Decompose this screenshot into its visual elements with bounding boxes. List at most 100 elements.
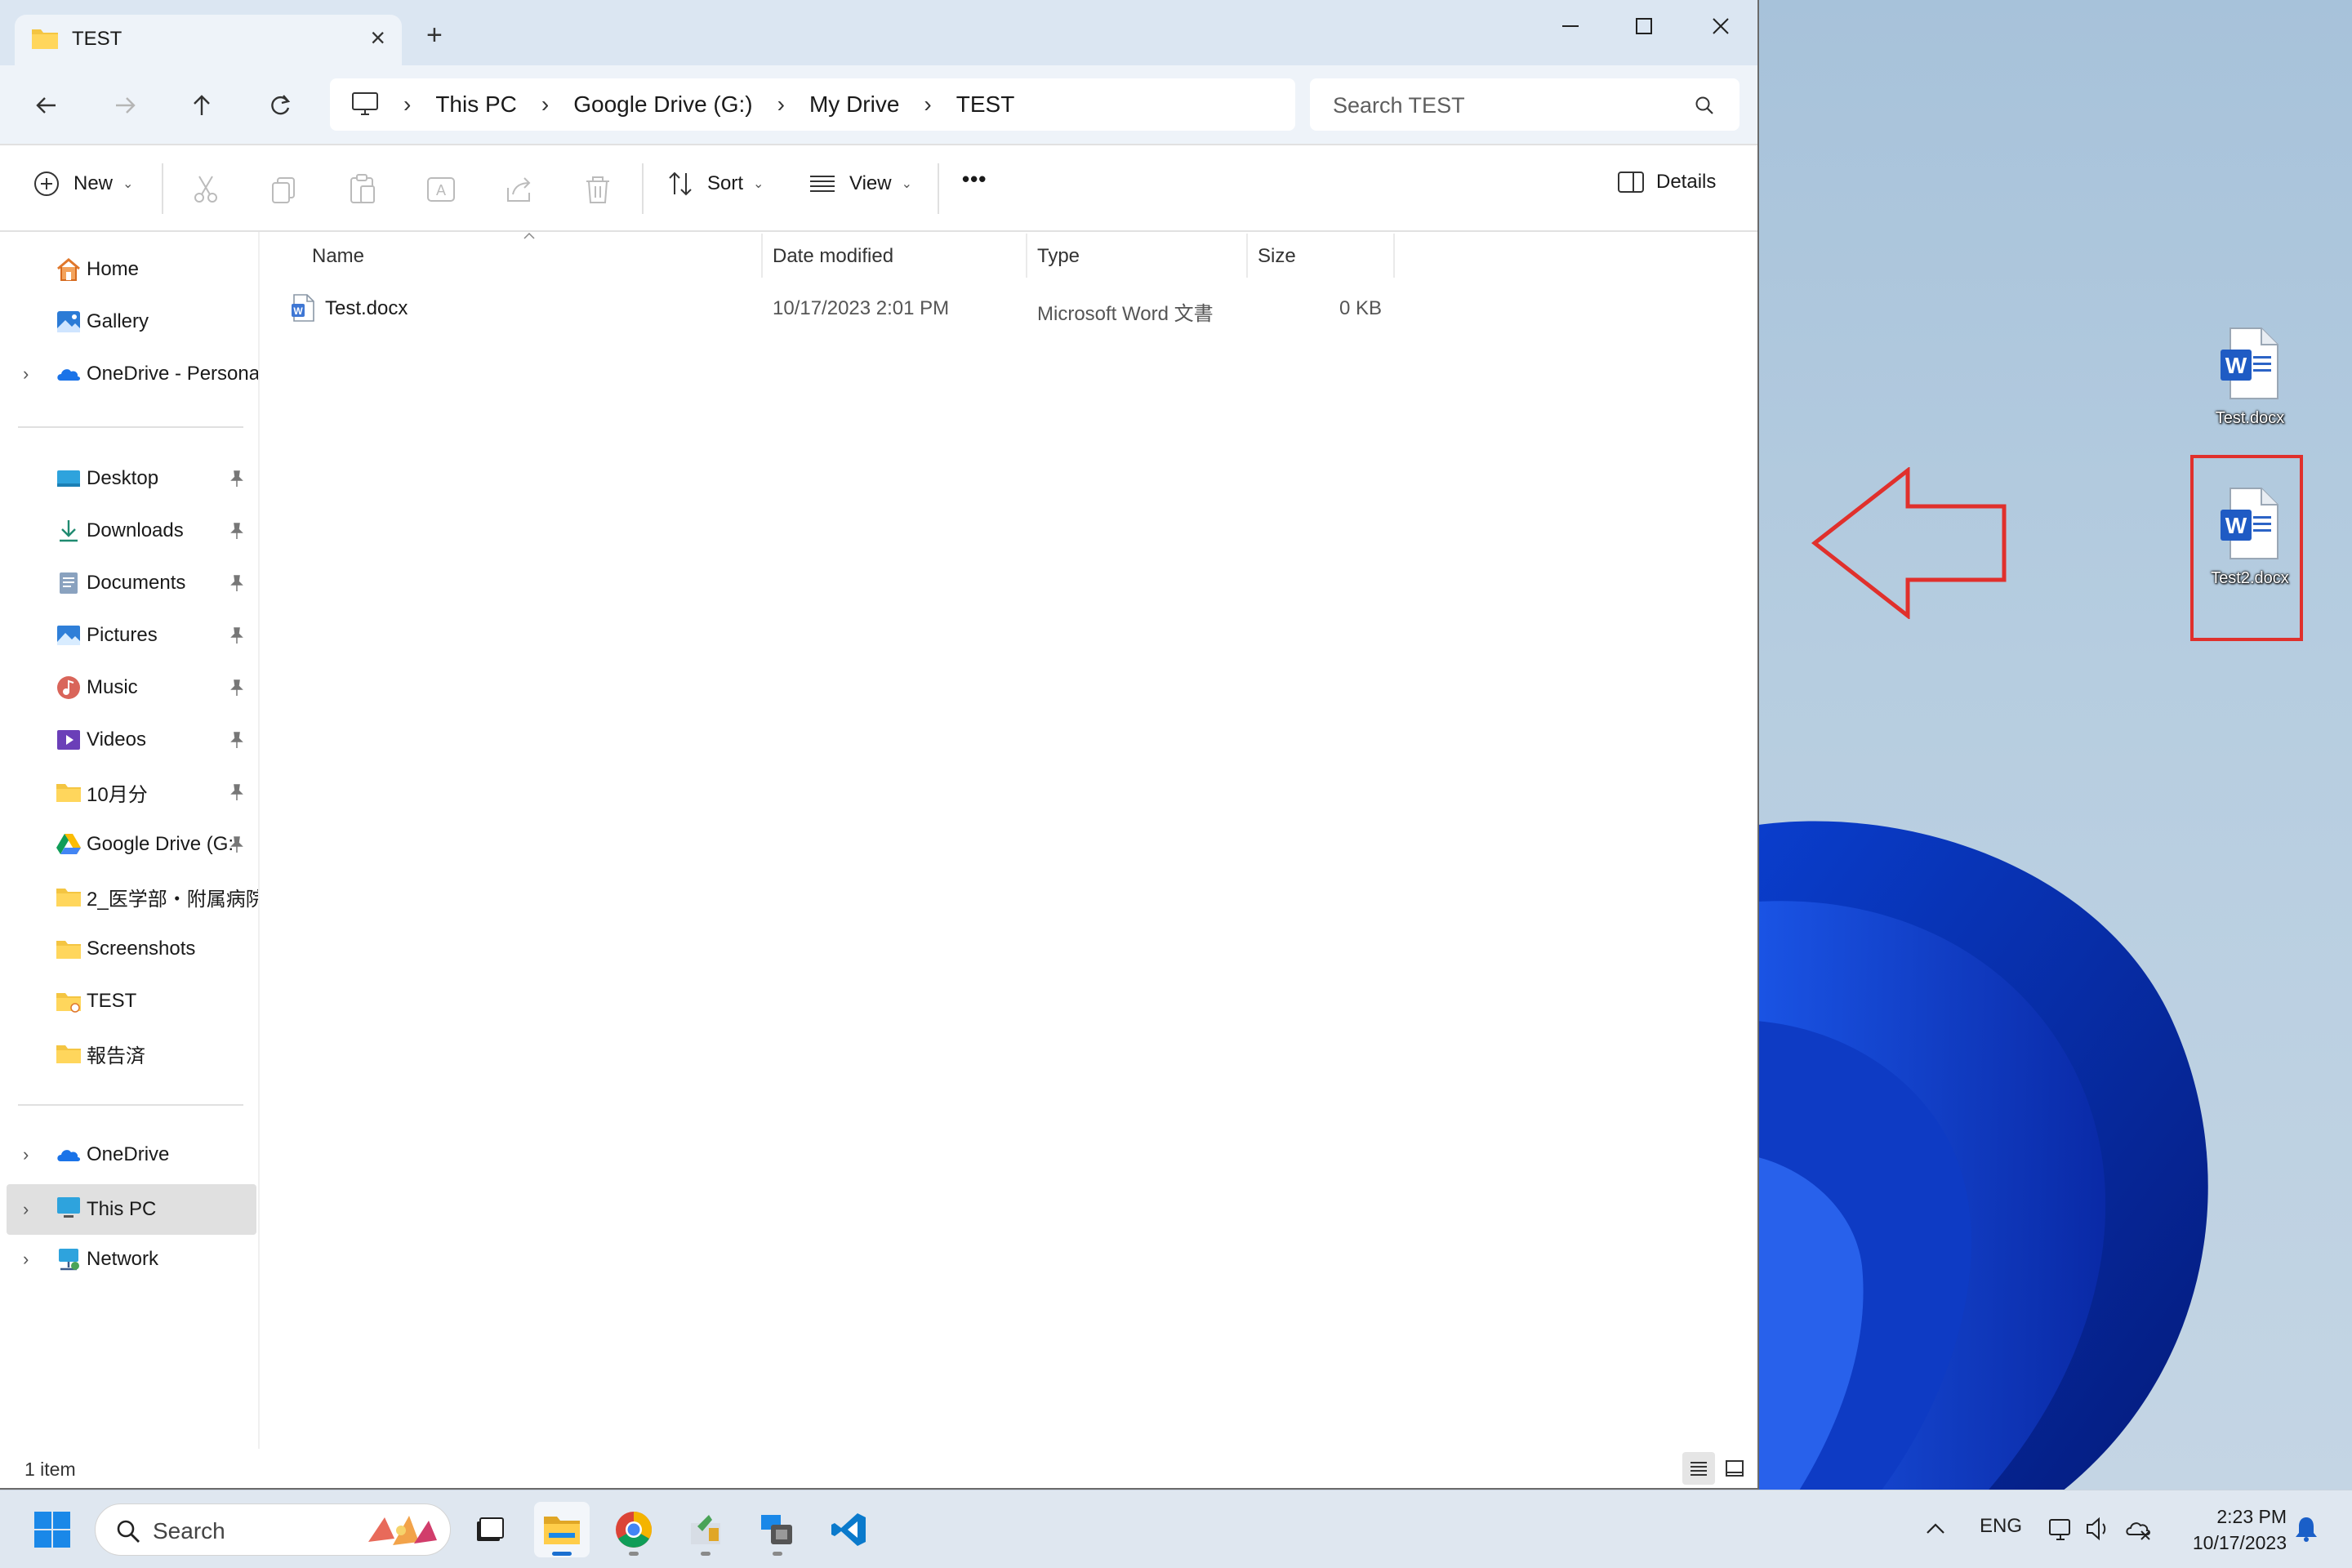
column-type[interactable]: Type [1037,245,1080,268]
app-taskbar-button-2[interactable] [750,1502,805,1557]
sort-button[interactable]: Sort ⌄ [666,170,764,198]
breadcrumb-chevron-icon[interactable]: › [777,91,785,118]
nav-item-documents[interactable]: Documents [7,560,256,606]
nav-item-downloads[interactable]: Downloads [7,508,256,554]
up-button[interactable] [181,85,222,126]
nav-item-onedrive-personal[interactable]: › OneDrive - Persona [7,351,258,397]
minimize-button[interactable] [1534,5,1607,47]
pin-icon[interactable] [227,678,247,697]
taskbar-search-input[interactable]: Search [95,1503,451,1556]
volume-icon[interactable] [2084,1515,2112,1543]
nav-item-test[interactable]: TEST [7,978,256,1024]
desktop-icon-test2[interactable]: W Test2.docx [2189,487,2311,588]
nav-item-google-drive[interactable]: Google Drive (G: [7,822,256,867]
cut-icon[interactable] [188,172,224,207]
pin-icon[interactable] [227,730,247,750]
sync-status-icon[interactable] [2125,1515,2156,1543]
folder-icon [32,29,58,49]
close-window-button[interactable] [1684,5,1757,47]
chevron-right-icon[interactable]: › [23,363,29,385]
app-taskbar-button-1[interactable] [678,1502,733,1557]
clock[interactable]: 2:23 PM 10/17/2023 [2156,1503,2287,1556]
rename-icon[interactable]: A [423,172,459,207]
column-date-modified[interactable]: Date modified [773,245,893,268]
nav-item-folder-medical[interactable]: 2_医学部・附属病院 [7,874,258,920]
chevron-right-icon[interactable]: › [23,1249,29,1270]
forward-button[interactable] [105,85,145,126]
details-view-icon[interactable] [1682,1452,1715,1485]
new-tab-button[interactable]: + [426,20,443,51]
column-divider[interactable] [1246,234,1248,278]
chevron-up-icon[interactable] [1924,1518,1947,1541]
running-indicator [701,1552,710,1556]
column-divider[interactable] [1026,234,1027,278]
refresh-button[interactable] [260,85,301,126]
pin-icon[interactable] [227,626,247,645]
nav-item-desktop[interactable]: Desktop [7,456,256,501]
nav-separator [18,426,243,428]
more-options-button[interactable]: ••• [962,167,987,192]
pin-icon[interactable] [227,782,247,802]
maximize-button[interactable] [1607,5,1681,47]
running-indicator [629,1552,639,1556]
chevron-right-icon[interactable]: › [23,1144,29,1165]
tab-test[interactable]: TEST × [15,15,402,65]
arrow-right-icon [116,97,136,114]
back-button[interactable] [26,85,67,126]
copy-icon[interactable] [266,172,302,207]
crumb-my-drive[interactable]: My Drive [809,91,899,118]
breadcrumb[interactable]: › This PC › Google Drive (G:) › My Drive… [330,78,1295,131]
crumb-this-pc[interactable]: This PC [435,91,517,118]
nav-item-home[interactable]: Home [7,247,256,292]
breadcrumb-chevron-icon[interactable]: › [403,91,411,118]
chevron-right-icon[interactable]: › [23,1199,29,1220]
pin-icon[interactable] [227,469,247,488]
pin-icon[interactable] [227,573,247,593]
vscode-taskbar-button[interactable] [822,1502,877,1557]
nav-item-onedrive[interactable]: › OneDrive [7,1132,256,1178]
language-indicator[interactable]: ENG [1980,1515,2022,1538]
nav-item-reported[interactable]: 報告済 [7,1031,256,1076]
crumb-google-drive[interactable]: Google Drive (G:) [573,91,752,118]
nav-item-pictures[interactable]: Pictures [7,612,256,658]
column-divider[interactable] [761,234,763,278]
table-row[interactable]: W Test.docx 10/17/2023 2:01 PM Microsoft… [261,289,1405,330]
nav-label: OneDrive - Persona [87,363,260,385]
network-status-icon[interactable] [2047,1515,2074,1543]
crumb-test[interactable]: TEST [956,91,1015,118]
file-explorer-taskbar-button[interactable] [534,1502,590,1557]
search-placeholder: Search TEST [1333,93,1465,118]
desktop-icon-label: Test2.docx [2211,569,2289,587]
close-tab-button[interactable]: × [370,23,385,53]
tiles-view-icon[interactable] [1718,1452,1751,1485]
breadcrumb-chevron-icon[interactable]: › [924,91,931,118]
nav-item-this-pc[interactable]: › This PC [7,1184,256,1235]
view-button[interactable]: View ⌄ [808,170,912,198]
nav-item-screenshots[interactable]: Screenshots [7,926,256,972]
nav-item-network[interactable]: › Network [7,1236,256,1282]
paste-icon[interactable] [345,172,381,207]
nav-item-music[interactable]: Music [7,665,256,710]
desktop-icon-test[interactable]: W Test.docx [2189,327,2311,428]
new-button[interactable]: New ⌄ [33,170,133,198]
nav-item-videos[interactable]: Videos [7,717,256,763]
pin-icon[interactable] [227,521,247,541]
toolbar-divider [642,163,644,214]
search-input[interactable]: Search TEST [1310,78,1740,131]
nav-item-folder-october[interactable]: 10月分 [7,769,256,815]
column-size[interactable]: Size [1258,245,1296,268]
windows-start-icon[interactable] [33,1510,72,1549]
nav-item-gallery[interactable]: Gallery [7,299,256,345]
details-button[interactable]: Details [1617,170,1716,194]
delete-icon[interactable] [580,172,616,207]
file-type: Microsoft Word 文書 [1037,303,1214,325]
column-divider[interactable] [1393,234,1395,278]
nav-label: Desktop [87,467,159,489]
share-icon[interactable] [501,172,537,207]
column-name[interactable]: Name [312,245,364,268]
notification-bell-icon[interactable] [2293,1515,2319,1543]
pin-icon[interactable] [227,835,247,854]
breadcrumb-chevron-icon[interactable]: › [541,91,549,118]
task-view-button[interactable] [462,1502,518,1557]
chrome-taskbar-button[interactable] [606,1502,662,1557]
